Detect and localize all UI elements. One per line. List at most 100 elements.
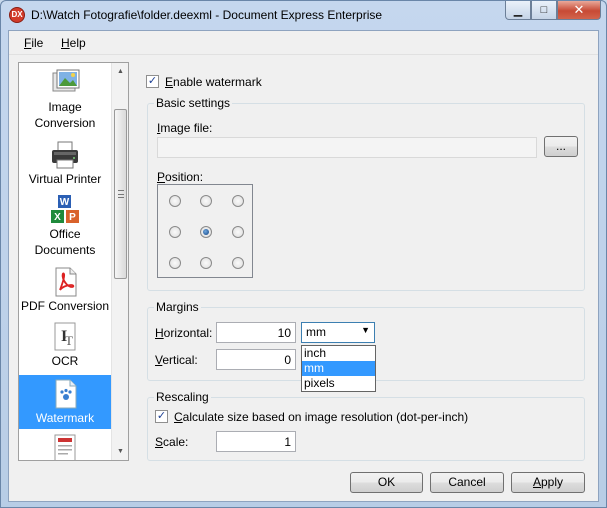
position-middle-left-radio[interactable] xyxy=(169,226,181,238)
enable-watermark-text: nable watermark xyxy=(173,75,262,89)
enable-watermark-accel: E xyxy=(165,75,174,89)
unit-option-pixels[interactable]: pixels xyxy=(302,376,375,391)
menu-file-label: ile xyxy=(31,36,44,50)
app-window: DX D:\Watch Fotografie\folder.deexml - D… xyxy=(0,0,607,508)
menu-help-accel: H xyxy=(61,36,70,50)
position-middle-right-radio[interactable] xyxy=(232,226,244,238)
close-button[interactable]: ✕ xyxy=(557,1,601,20)
scale-label: Scale: xyxy=(155,435,188,449)
svg-text:T: T xyxy=(65,333,73,348)
nav-label-line1: OCR xyxy=(51,354,79,368)
horizontal-margin-input[interactable] xyxy=(216,322,296,343)
chevron-down-icon[interactable]: ▼ xyxy=(361,325,370,335)
grip-icon xyxy=(118,190,124,198)
nav-item-partial[interactable] xyxy=(19,433,111,460)
maximize-button[interactable]: □ xyxy=(531,1,557,20)
position-top-right-radio[interactable] xyxy=(232,195,244,207)
unit-select[interactable]: mm ▼ xyxy=(301,322,375,343)
menu-help-label: elp xyxy=(69,36,86,50)
margins-title: Margins xyxy=(154,300,201,314)
ok-button[interactable]: OK xyxy=(350,472,423,493)
scale-text: cale: xyxy=(163,435,189,449)
scale-input[interactable] xyxy=(216,431,296,452)
nav-label-line1: Virtual Printer xyxy=(28,172,102,186)
rescaling-group: Rescaling xyxy=(147,390,585,461)
apply-button[interactable]: Apply xyxy=(511,472,585,493)
minimize-icon: ▁ xyxy=(513,4,523,17)
nav-label-line1: Image xyxy=(48,100,82,114)
image-file-text: mage file: xyxy=(160,121,213,135)
unit-option-mm[interactable]: mm xyxy=(302,361,375,376)
client-area: File Help Image Conversion Virtual Print… xyxy=(8,30,599,502)
nav-item-virtual-printer[interactable]: Virtual Printer xyxy=(19,139,111,191)
pdf-icon xyxy=(55,267,77,297)
apply-accel: A xyxy=(532,475,541,489)
image-file-input[interactable] xyxy=(157,137,537,158)
rescaling-title: Rescaling xyxy=(154,390,211,404)
vertical-label: Vertical: xyxy=(155,353,198,367)
window-controls: ▁ □ ✕ xyxy=(505,1,601,21)
position-bottom-left-radio[interactable] xyxy=(169,257,181,269)
position-middle-center-radio[interactable] xyxy=(200,226,212,238)
image-conversion-icon xyxy=(52,69,80,92)
basic-settings-title: Basic settings xyxy=(154,96,233,110)
svg-text:X: X xyxy=(54,212,61,223)
document-header-icon xyxy=(54,434,76,460)
unit-dropdown-list[interactable]: inch mm pixels xyxy=(301,345,376,392)
nav-item-image-conversion[interactable]: Image Conversion xyxy=(19,67,111,135)
maximize-icon: □ xyxy=(540,4,548,16)
office-documents-icon: W X P xyxy=(51,195,79,223)
position-bottom-right-radio[interactable] xyxy=(232,257,244,269)
position-bottom-center-radio[interactable] xyxy=(200,257,212,269)
category-list[interactable]: Image Conversion Virtual Printer W X P O… xyxy=(18,62,129,461)
position-accel: P xyxy=(157,170,166,184)
unit-option-inch[interactable]: inch xyxy=(302,346,375,361)
close-icon: ✕ xyxy=(573,2,585,17)
browse-button[interactable]: ... xyxy=(544,136,578,157)
calculate-size-checkbox[interactable]: ✓ xyxy=(155,410,168,423)
list-scrollbar[interactable]: ▲ ▼ xyxy=(111,63,128,460)
enable-watermark-label[interactable]: Enable watermark xyxy=(165,75,262,89)
position-label: Position: xyxy=(157,170,203,184)
app-icon[interactable]: DX xyxy=(9,7,25,23)
position-grid xyxy=(157,184,253,278)
calculate-size-accel: C xyxy=(174,410,183,424)
nav-item-office-documents[interactable]: W X P Office Documents xyxy=(19,194,111,264)
ocr-icon: I T xyxy=(54,322,76,351)
nav-item-watermark[interactable]: Watermark xyxy=(19,375,111,429)
horizontal-text: orizontal: xyxy=(163,326,213,340)
nav-item-ocr[interactable]: I T OCR xyxy=(19,321,111,373)
scroll-down-icon[interactable]: ▼ xyxy=(112,443,128,460)
menu-file[interactable]: File xyxy=(24,36,43,50)
window-title: D:\Watch Fotografie\folder.deexml - Docu… xyxy=(31,8,383,22)
watermark-icon xyxy=(55,379,77,409)
nav-label-line1: Office xyxy=(49,227,81,241)
scale-accel: S xyxy=(155,435,164,449)
unit-selected-value: mm xyxy=(306,325,326,339)
title-bar[interactable]: DX D:\Watch Fotografie\folder.deexml - D… xyxy=(1,1,606,30)
nav-item-pdf-conversion[interactable]: PDF Conversion xyxy=(19,266,111,318)
nav-label-line2: Documents xyxy=(34,243,96,257)
cancel-button[interactable]: Cancel xyxy=(430,472,504,493)
menu-bar: File Help xyxy=(9,31,598,55)
position-top-left-radio[interactable] xyxy=(169,195,181,207)
horizontal-label: Horizontal: xyxy=(155,326,212,340)
scroll-up-icon[interactable]: ▲ xyxy=(112,63,128,80)
scroll-thumb[interactable] xyxy=(114,109,127,279)
printer-icon xyxy=(52,141,78,169)
nav-label-line1: PDF Conversion xyxy=(20,299,110,313)
enable-watermark-checkbox[interactable]: ✓ xyxy=(146,75,159,88)
position-top-center-radio[interactable] xyxy=(200,195,212,207)
calculate-size-text: alculate size based on image resolution … xyxy=(182,410,469,424)
vertical-margin-input[interactable] xyxy=(216,349,296,370)
svg-text:W: W xyxy=(60,197,70,208)
nav-label-line2: Conversion xyxy=(34,116,96,130)
vertical-text: ertical: xyxy=(162,353,198,367)
apply-text: pply xyxy=(541,475,564,489)
minimize-button[interactable]: ▁ xyxy=(505,1,531,20)
nav-label-line1: Watermark xyxy=(35,411,95,425)
menu-help[interactable]: Help xyxy=(61,36,86,50)
horizontal-accel: H xyxy=(155,326,164,340)
position-text: osition: xyxy=(165,170,204,184)
calculate-size-label[interactable]: Calculate size based on image resolution… xyxy=(174,410,468,424)
